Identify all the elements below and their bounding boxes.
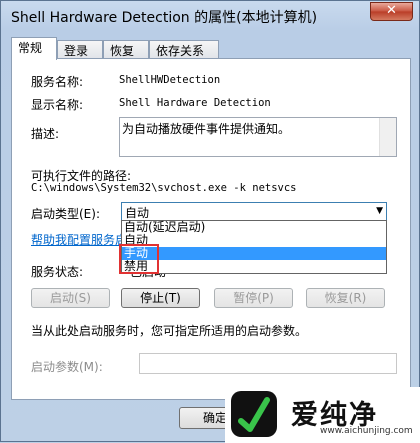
startup-type-dropdown: 自动(延迟启动) 自动 手动 禁用 <box>121 220 387 274</box>
option-auto-delayed[interactable]: 自动(延迟启动) <box>122 221 386 234</box>
service-name-value: ShellHWDetection <box>119 74 221 86</box>
description-scrollbar[interactable] <box>379 118 396 156</box>
start-params-input[interactable] <box>139 353 397 374</box>
display-name-label: 显示名称: <box>31 98 84 112</box>
service-name-label: 服务名称: <box>31 75 84 89</box>
brand-url: www.aichunjing.com <box>320 426 413 436</box>
tab-logon[interactable]: 登录 <box>57 40 103 58</box>
window-title: Shell Hardware Detection 的属性(本地计算机) <box>11 10 318 26</box>
highlight-box <box>119 244 159 274</box>
startup-type-select[interactable]: 自动 ▼ <box>121 202 387 221</box>
description-box[interactable]: 为自动播放硬件事件提供通知。 <box>119 117 397 157</box>
title-bar: Shell Hardware Detection 的属性(本地计算机) ✕ <box>1 1 419 33</box>
tab-general[interactable]: 常规 <box>11 37 57 60</box>
start-button[interactable]: 启动(S) <box>31 288 110 308</box>
close-button[interactable]: ✕ <box>370 2 413 21</box>
properties-window: Shell Hardware Detection 的属性(本地计算机) ✕ 常规… <box>0 0 420 443</box>
option-manual[interactable]: 手动 <box>122 247 386 260</box>
resume-button[interactable]: 恢复(R) <box>306 288 385 308</box>
path-value: C:\windows\System32\svchost.exe -k netsv… <box>31 182 297 194</box>
brand-logo-icon <box>231 391 277 437</box>
pause-button[interactable]: 暂停(P) <box>214 288 293 308</box>
chevron-down-icon: ▼ <box>376 206 383 216</box>
option-auto[interactable]: 自动 <box>122 234 386 247</box>
option-disabled[interactable]: 禁用 <box>122 260 386 273</box>
general-panel: 服务名称: ShellHWDetection 显示名称: Shell Hardw… <box>11 58 411 400</box>
help-configure-link[interactable]: 帮助我配置服务启 <box>31 231 127 248</box>
start-params-hint: 当从此处启动服务时，您可指定所适用的启动参数。 <box>31 324 308 338</box>
startup-type-label: 启动类型(E): <box>31 207 100 221</box>
start-params-label: 启动参数(M): <box>31 360 103 374</box>
display-name-value: Shell Hardware Detection <box>119 97 271 109</box>
tab-dependencies[interactable]: 依存关系 <box>149 40 219 58</box>
startup-type-value: 自动 <box>125 206 150 220</box>
stop-button[interactable]: 停止(T) <box>121 288 200 308</box>
service-status-label: 服务状态: <box>31 265 84 279</box>
description-text: 为自动播放硬件事件提供通知。 <box>122 122 291 136</box>
tab-recovery[interactable]: 恢复 <box>103 40 149 58</box>
watermark: 爱纯净 www.aichunjing.com <box>225 387 420 443</box>
description-label: 描述: <box>31 127 60 141</box>
